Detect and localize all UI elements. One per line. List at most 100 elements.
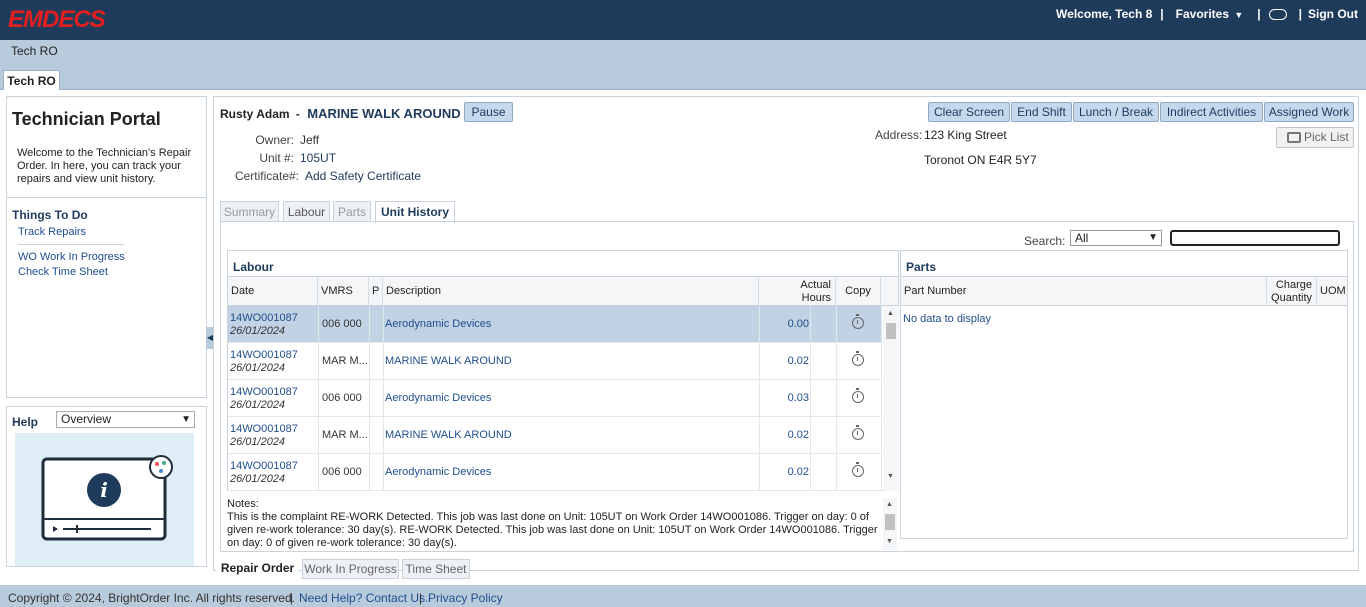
column-header-vmrs[interactable]: VMRS [318,277,369,306]
tab-parts[interactable]: Parts [333,201,371,222]
scroll-up-icon[interactable]: ▲ [887,310,894,317]
work-order-link[interactable]: 14WO001087 [230,386,298,399]
work-order-link[interactable]: 14WO001087 [230,312,298,325]
column-header-actual-hours[interactable]: Actual Hours [759,277,836,306]
search-input[interactable] [1170,230,1340,246]
copy-button[interactable] [852,388,866,405]
work-order-link[interactable]: 14WO001087 [230,349,298,362]
description-cell[interactable]: Aerodynamic Devices [385,380,491,417]
top-nav: Welcome, Tech 8 | Favorites ▼ | | Sign O… [1048,7,1358,21]
actual-hours-line-2: Hours [801,292,831,304]
search-filter-select[interactable]: All ▼ [1070,230,1162,246]
welcome-text: Welcome, Tech 8 [1056,7,1153,21]
date-text: 26/01/2024 [230,436,286,448]
stopwatch-icon [852,425,864,440]
table-row[interactable]: 14WO001087 26/01/2024 MAR M... MARINE WALK … [228,417,882,454]
contact-us-link[interactable]: Need Help? Contact Us. [299,591,428,605]
date-text: 26/01/2024 [230,325,286,337]
column-header-p[interactable]: P [369,277,383,306]
page-tab-strip: Tech RO [0,64,1366,91]
column-header-date[interactable]: Date [228,277,318,306]
column-header-charge-quantity[interactable]: Charge Quantity [1267,277,1317,306]
chat-icon[interactable] [1268,8,1287,20]
end-shift-button[interactable]: End Shift [1011,102,1072,122]
help-video[interactable]: i [15,433,194,566]
tab-unit-history[interactable]: Unit History [375,201,455,223]
labour-scrollbar[interactable]: ▲ ▼ [883,306,899,491]
tab-work-in-progress[interactable]: Work In Progress [302,559,399,579]
pick-list-button[interactable]: Pick List [1276,127,1354,148]
notes-area: Notes: This is the complaint RE-WORK Det… [227,498,899,550]
copy-button[interactable] [852,351,866,368]
vmrs-cell: 006 000 [322,392,362,404]
chevron-down-icon: ▼ [1148,232,1158,243]
privacy-policy-link[interactable]: Privacy Policy [428,591,503,605]
work-order-cell[interactable]: 14WO001087 26/01/2024 [230,312,298,349]
work-order-cell[interactable]: 14WO001087 26/01/2024 [230,386,298,423]
column-divider [810,306,811,491]
table-row[interactable]: 14WO001087 26/01/2024 MAR M... MARINE WALK … [228,343,882,380]
sign-out-link[interactable]: Sign Out [1308,7,1358,21]
actual-hours-cell: 0.02 [787,355,809,367]
portal-description: Welcome to the Technician's Repair Order… [17,147,192,185]
description-cell[interactable]: Aerodynamic Devices [385,306,491,343]
unit-label: Unit #: [259,151,294,165]
favorites-menu[interactable]: Favorites ▼ [1176,7,1244,21]
indirect-activities-button[interactable]: Indirect Activities [1160,102,1263,122]
column-header-uom[interactable]: UOM [1317,277,1348,306]
notes-scrollbar[interactable]: ▲ ▼ [883,498,897,550]
technician-name: Rusty Adam [220,107,290,121]
add-safety-certificate-link[interactable]: Add Safety Certificate [305,169,421,183]
column-header-copy[interactable]: Copy [836,277,881,306]
tab-time-sheet[interactable]: Time Sheet [402,559,470,579]
work-order-cell[interactable]: 14WO001087 26/01/2024 [230,423,298,460]
column-divider [759,306,760,491]
stopwatch-icon [852,314,864,329]
work-order-link[interactable]: 14WO001087 [230,460,298,473]
scroll-up-icon[interactable]: ▲ [886,501,893,508]
scroll-thumb[interactable] [885,514,895,530]
column-header-part-number[interactable]: Part Number [901,277,1267,306]
stopwatch-icon [852,388,864,403]
scroll-down-icon[interactable]: ▼ [886,538,893,545]
sidebar-link-track-repairs[interactable]: Track Repairs [18,226,86,238]
tab-tech-ro[interactable]: Tech RO [3,70,60,91]
help-topic-select[interactable]: Overview ▼ [56,411,195,428]
pause-button[interactable]: Pause [464,102,513,122]
date-text: 26/01/2024 [230,473,286,485]
tab-summary[interactable]: Summary [220,201,279,222]
vmrs-cell: MAR M... [322,355,368,367]
assigned-work-button[interactable]: Assigned Work [1264,102,1354,122]
parts-grid-header: Part Number Charge Quantity UOM [901,276,1347,306]
lunch-break-button[interactable]: Lunch / Break [1073,102,1159,122]
table-row[interactable]: 14WO001087 26/01/2024 006 000 Aerodynamic D… [228,306,882,343]
table-row[interactable]: 14WO001087 26/01/2024 006 000 Aerodynamic D… [228,454,882,491]
parts-empty-message: No data to display [903,313,992,325]
description-cell[interactable]: Aerodynamic Devices [385,454,491,491]
tab-repair-order[interactable]: Repair Order [216,559,299,579]
work-order-link[interactable]: 14WO001087 [230,423,298,436]
description-cell[interactable]: MARINE WALK AROUND [385,417,512,454]
table-row[interactable]: 14WO001087 26/01/2024 006 000 Aerodynamic D… [228,380,882,417]
page-title: Technician Portal [12,109,161,129]
copy-button[interactable] [852,314,866,331]
clear-screen-button[interactable]: Clear Screen [928,102,1010,122]
tab-labour[interactable]: Labour [283,201,330,222]
unit-history-panel: Search: All ▼ Labour Date VMRS P Descrip… [220,221,1354,552]
description-cell[interactable]: MARINE WALK AROUND [385,343,512,380]
work-order-cell[interactable]: 14WO001087 26/01/2024 [230,349,298,386]
copy-button[interactable] [852,462,866,479]
scroll-thumb[interactable] [886,323,896,339]
scroll-down-icon[interactable]: ▼ [887,473,894,480]
actual-hours-cell: 0.03 [787,392,809,404]
favorites-label: Favorites [1175,7,1230,21]
copy-button[interactable] [852,425,866,442]
column-divider [836,306,837,491]
sidebar-link-time-sheet[interactable]: Check Time Sheet [18,266,108,278]
app-logo[interactable]: EMDECS [8,6,106,34]
unit-value[interactable]: 105UT [300,151,336,165]
column-header-description[interactable]: Description [383,277,759,306]
parts-title: Parts [906,260,937,274]
sidebar-link-wo-in-progress[interactable]: WO Work In Progress [18,251,125,263]
work-order-cell[interactable]: 14WO001087 26/01/2024 [230,460,298,491]
